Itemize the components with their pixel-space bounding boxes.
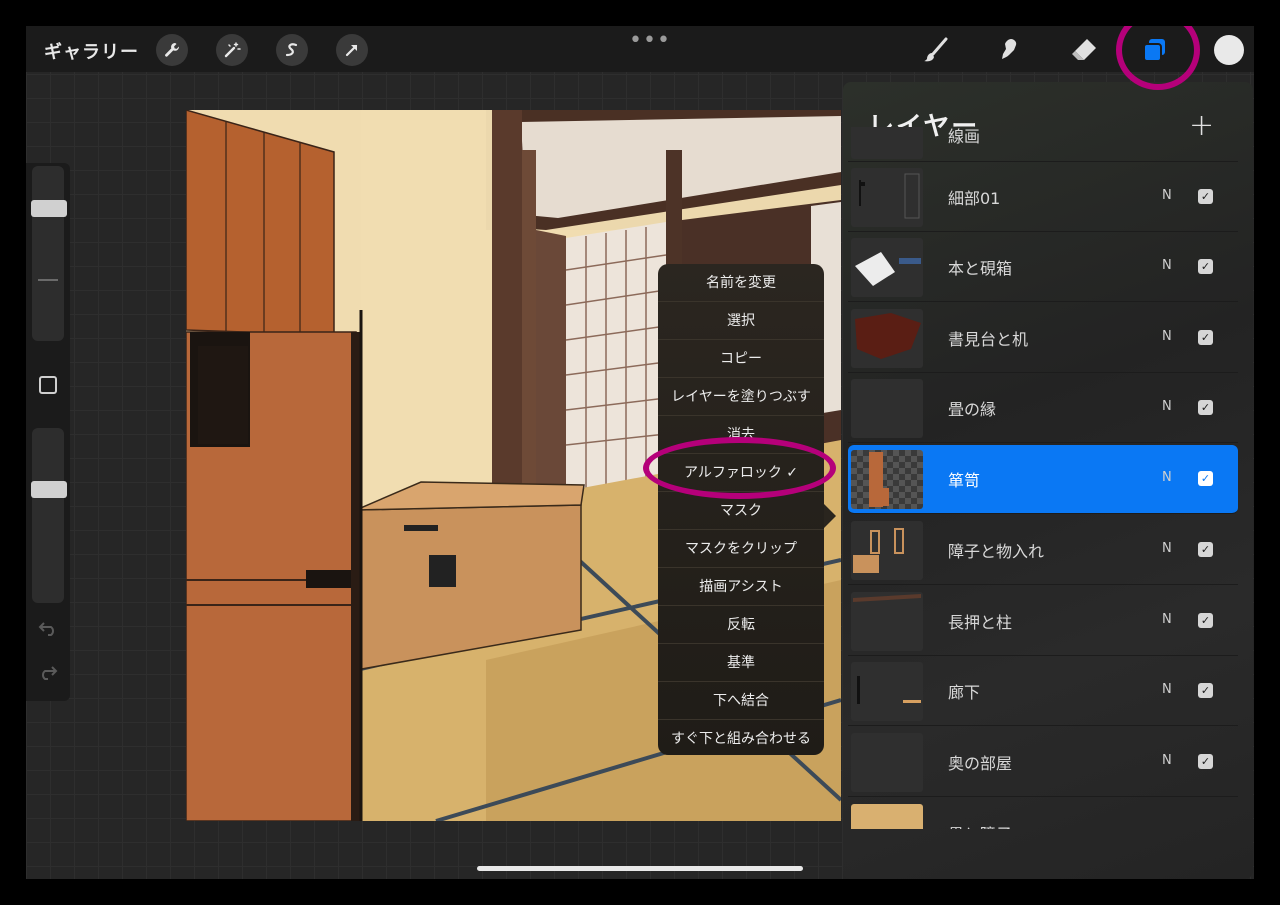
brush-icon[interactable]: [918, 32, 954, 68]
layer-name: 奥の部屋: [948, 754, 1013, 773]
menu-item-rename[interactable]: 名前を変更: [658, 264, 824, 302]
selection-icon[interactable]: [276, 34, 308, 66]
layer-name: 書見台と机: [948, 330, 1029, 349]
layer-thumbnail: [851, 379, 923, 438]
layer-name: 畳の縁: [948, 400, 997, 419]
redo-icon[interactable]: [38, 663, 58, 685]
layers-icon[interactable]: [1137, 32, 1173, 68]
menu-item-merge-down[interactable]: 下へ結合: [658, 682, 824, 720]
home-indicator[interactable]: [477, 866, 803, 871]
layer-name: 畳と障子: [948, 821, 1012, 829]
blend-mode-button[interactable]: N: [1162, 753, 1172, 768]
layer-thumbnail: [851, 168, 923, 227]
layer-visibility-checkbox[interactable]: ✓: [1198, 613, 1213, 628]
layer-name: 障子と物入れ: [948, 542, 1045, 561]
layer-thumbnail: [851, 733, 923, 792]
layer-name: 長押と柱: [948, 613, 1013, 632]
brush-size-thumb[interactable]: [31, 200, 67, 217]
layers-panel: レイヤー + 線画 細部01 N ✓ 本と硯箱 N ✓ 書見台と机 N ✓ 畳の…: [843, 82, 1253, 879]
menu-item-alpha-lock[interactable]: アルファロック ✓: [658, 454, 824, 492]
left-sidebar: [26, 163, 70, 701]
layer-options-menu: 名前を変更 選択 コピー レイヤーを塗りつぶす 消去 アルファロック ✓ マスク…: [658, 264, 836, 758]
blend-mode-button[interactable]: N: [1162, 258, 1172, 273]
menu-item-mask[interactable]: マスク: [658, 492, 824, 530]
layer-name: 廊下: [948, 683, 981, 702]
layer-row[interactable]: 線画: [848, 127, 1238, 162]
menu-pointer: [824, 504, 836, 528]
layer-row[interactable]: 廊下 N ✓: [848, 657, 1238, 726]
gallery-button[interactable]: ギャラリー: [44, 38, 139, 64]
smudge-icon[interactable]: [992, 32, 1028, 68]
more-options-icon[interactable]: •••: [629, 28, 671, 53]
layer-visibility-checkbox[interactable]: ✓: [1198, 259, 1213, 274]
layer-visibility-checkbox[interactable]: ✓: [1198, 400, 1213, 415]
layer-thumbnail: [851, 309, 923, 368]
opacity-thumb[interactable]: [31, 481, 67, 498]
layer-name: 線画: [948, 127, 981, 146]
top-toolbar: ギャラリー •••: [26, 26, 1254, 72]
layer-row[interactable]: 畳の縁 N ✓: [848, 374, 1238, 443]
layer-row[interactable]: 細部01 N ✓: [848, 163, 1238, 232]
color-picker-button[interactable]: [1214, 35, 1244, 65]
layer-row[interactable]: 奥の部屋 N ✓: [848, 728, 1238, 797]
layer-visibility-checkbox[interactable]: ✓: [1198, 683, 1213, 698]
blend-mode-button[interactable]: N: [1162, 329, 1172, 344]
layer-thumbnail: [851, 592, 923, 651]
layer-visibility-checkbox[interactable]: ✓: [1198, 189, 1213, 204]
layer-name: 細部01: [948, 189, 1001, 208]
layer-visibility-checkbox[interactable]: ✓: [1198, 471, 1213, 486]
layer-visibility-checkbox[interactable]: ✓: [1198, 754, 1213, 769]
layer-thumbnail: [851, 450, 923, 509]
layer-row[interactable]: 書見台と机 N ✓: [848, 304, 1238, 373]
layer-row[interactable]: 畳と障子: [848, 799, 1238, 829]
menu-item-copy[interactable]: コピー: [658, 340, 824, 378]
layer-thumbnail: [851, 238, 923, 297]
slider-divider: [38, 279, 58, 281]
transform-arrow-icon[interactable]: [336, 34, 368, 66]
layer-visibility-checkbox[interactable]: ✓: [1198, 330, 1213, 345]
layer-row-active[interactable]: 箪笥 N ✓: [848, 445, 1238, 514]
layer-name: 箪笥: [948, 471, 981, 490]
menu-item-drawing-assist[interactable]: 描画アシスト: [658, 568, 824, 606]
menu-item-invert[interactable]: 反転: [658, 606, 824, 644]
blend-mode-button[interactable]: N: [1162, 470, 1172, 485]
opacity-slider[interactable]: [32, 428, 64, 603]
layer-row[interactable]: 長押と柱 N ✓: [848, 587, 1238, 656]
layer-thumbnail: [851, 662, 923, 721]
menu-item-clear[interactable]: 消去: [658, 416, 824, 454]
layer-thumbnail: [851, 127, 923, 159]
blend-mode-button[interactable]: N: [1162, 612, 1172, 627]
blend-mode-button[interactable]: N: [1162, 682, 1172, 697]
undo-icon[interactable]: [38, 619, 58, 641]
menu-item-combine-down[interactable]: すぐ下と組み合わせる: [658, 720, 824, 758]
layer-thumbnail: [851, 804, 923, 829]
procreate-screen: ギャラリー ••• レイヤー + 線画 細部01 N ✓ 本と硯箱 N ✓ 書見…: [26, 26, 1254, 879]
menu-item-select[interactable]: 選択: [658, 302, 824, 340]
menu-item-clipping-mask[interactable]: マスクをクリップ: [658, 530, 824, 568]
blend-mode-button[interactable]: N: [1162, 188, 1172, 203]
menu-item-reference[interactable]: 基準: [658, 644, 824, 682]
modify-square-icon[interactable]: [39, 376, 57, 394]
layer-thumbnail: [851, 521, 923, 580]
eraser-icon[interactable]: [1066, 32, 1102, 68]
layer-row[interactable]: 本と硯箱 N ✓: [848, 233, 1238, 302]
magic-wand-icon[interactable]: [216, 34, 248, 66]
brush-size-slider[interactable]: [32, 166, 64, 341]
blend-mode-button[interactable]: N: [1162, 541, 1172, 556]
layer-visibility-checkbox[interactable]: ✓: [1198, 542, 1213, 557]
menu-item-fill-layer[interactable]: レイヤーを塗りつぶす: [658, 378, 824, 416]
layer-name: 本と硯箱: [948, 259, 1013, 278]
wrench-icon[interactable]: [156, 34, 188, 66]
layer-row[interactable]: 障子と物入れ N ✓: [848, 516, 1238, 585]
blend-mode-button[interactable]: N: [1162, 399, 1172, 414]
